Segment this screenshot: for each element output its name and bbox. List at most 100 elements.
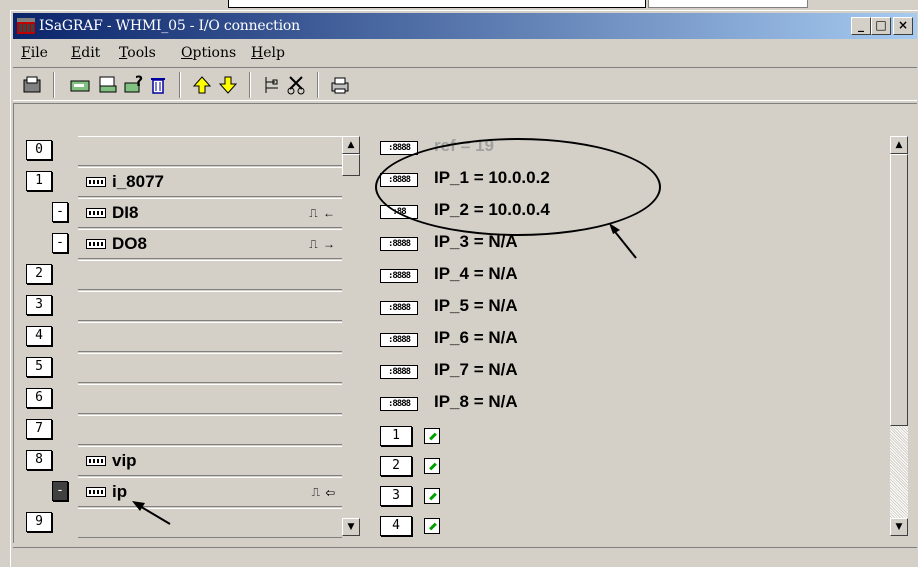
slot-row[interactable]: 4 (14, 322, 344, 352)
slot-number[interactable]: 9 (26, 512, 52, 532)
slot-cell[interactable] (78, 322, 342, 352)
slot-row[interactable]: 3 (14, 291, 344, 321)
slot-number[interactable]: 7 (26, 419, 52, 439)
scroll-track[interactable] (342, 176, 360, 518)
slot-number[interactable]: 2 (26, 264, 52, 284)
channel-label: IP_4 = N/A (434, 264, 518, 283)
board-icon[interactable] (21, 74, 43, 96)
disconnect-icon[interactable] (285, 74, 307, 96)
slot-row[interactable]: 2 (14, 260, 344, 290)
numbered-channel-row[interactable]: 1 (378, 422, 458, 452)
slot-number[interactable]: - (52, 233, 68, 253)
slot-cell[interactable]: i_8077 (78, 167, 342, 197)
menu-tools[interactable]: Tools (119, 45, 156, 61)
delete-icon[interactable] (147, 74, 169, 96)
slot-number[interactable]: 4 (26, 326, 52, 346)
channel-row[interactable]: :8888 IP_4 = N/A (380, 260, 880, 292)
channel-row[interactable]: :8888 IP_5 = N/A (380, 292, 880, 324)
scroll-up-arrow-icon[interactable]: ▲ (342, 136, 360, 154)
scroll-track[interactable] (890, 426, 908, 518)
slot-cell[interactable] (78, 353, 342, 383)
slot-row[interactable]: 0 (14, 136, 344, 166)
slot-list-scrollbar[interactable]: ▲ ▼ (342, 136, 360, 536)
integer-variable-icon: :8888 (380, 269, 418, 283)
move-down-icon[interactable] (217, 74, 239, 96)
set-board-icon[interactable] (69, 74, 91, 96)
move-up-icon[interactable] (191, 74, 213, 96)
channel-row[interactable]: :8888 IP_6 = N/A (380, 324, 880, 356)
scroll-up-arrow-icon[interactable]: ▲ (890, 136, 908, 154)
channel-row[interactable]: :8888 IP_7 = N/A (380, 356, 880, 388)
channel-label: IP_5 = N/A (434, 296, 518, 315)
slot-cell[interactable]: DO8 ⎍ → (78, 229, 342, 259)
slot-row[interactable]: 8 vip (14, 446, 344, 476)
slot-cell[interactable] (78, 260, 342, 290)
maximize-button[interactable]: □ (871, 17, 891, 35)
slot-cell[interactable]: ip ⎍ ⇦ (78, 477, 342, 507)
channel-number[interactable]: 3 (380, 486, 412, 506)
slot-number[interactable]: 5 (26, 357, 52, 377)
toolbar-separator (317, 72, 319, 98)
channel-row[interactable]: :8888 IP_3 = N/A (380, 228, 880, 260)
edit-pencil-icon[interactable] (424, 518, 440, 534)
slot-cell[interactable] (78, 384, 342, 414)
toolbar-separator (179, 72, 181, 98)
numbered-channel-row[interactable]: 2 (378, 452, 458, 482)
slot-number[interactable]: 1 (26, 171, 52, 191)
background-field (228, 0, 646, 8)
slot-cell[interactable] (78, 291, 342, 321)
slot-number[interactable]: - (52, 202, 68, 222)
slot-row[interactable]: 9 (14, 508, 344, 538)
slot-cell[interactable] (78, 136, 342, 166)
channel-number[interactable]: 1 (380, 426, 412, 446)
slot-number[interactable]: 0 (26, 140, 52, 160)
channel-list-scrollbar[interactable]: ▲ ▼ (890, 136, 908, 536)
channel-number[interactable]: 2 (380, 456, 412, 476)
scroll-down-arrow-icon[interactable]: ▼ (342, 518, 360, 536)
edit-pencil-icon[interactable] (424, 458, 440, 474)
toolbar-separator (249, 72, 251, 98)
slot-number[interactable]: 6 (26, 388, 52, 408)
direction-icon: ⎍ ⇦ (311, 485, 336, 499)
close-button[interactable]: × (893, 17, 913, 35)
scroll-down-arrow-icon[interactable]: ▼ (890, 518, 908, 536)
scroll-thumb[interactable] (342, 154, 360, 176)
minimize-button[interactable]: _ (851, 17, 871, 35)
slot-row[interactable]: - DO8 ⎍ → (14, 229, 344, 259)
slot-number[interactable]: - (52, 481, 68, 501)
numbered-channel-row[interactable]: 4 (378, 512, 458, 542)
channel-label: IP_8 = N/A (434, 392, 518, 411)
board-icon (86, 208, 106, 218)
menu-edit[interactable]: Edit (71, 45, 100, 61)
menu-file[interactable]: File (21, 45, 48, 61)
board-params-icon[interactable] (97, 74, 119, 96)
slot-cell[interactable] (78, 508, 342, 538)
slot-cell[interactable]: vip (78, 446, 342, 476)
edit-pencil-icon[interactable] (424, 488, 440, 504)
slot-cell[interactable] (78, 415, 342, 445)
help-board-icon[interactable]: ? (123, 74, 145, 96)
menu-help[interactable]: Help (251, 45, 285, 61)
channel-row[interactable]: :8888 IP_8 = N/A (380, 388, 880, 420)
toolbar-separator (53, 72, 55, 98)
status-bar (13, 547, 917, 567)
scroll-thumb[interactable] (890, 154, 908, 426)
toolbar: ? (13, 67, 917, 101)
channel-number[interactable]: 4 (380, 516, 412, 536)
menu-options[interactable]: Options (181, 45, 236, 61)
slot-row[interactable]: - DI8 ⎍ ← (14, 198, 344, 228)
slot-row[interactable]: 7 (14, 415, 344, 445)
edit-pencil-icon[interactable] (424, 428, 440, 444)
numbered-channel-row[interactable]: 3 (378, 482, 458, 512)
slot-row[interactable]: 6 (14, 384, 344, 414)
print-icon[interactable] (329, 74, 351, 96)
slot-number[interactable]: 3 (26, 295, 52, 315)
slot-row[interactable]: - ip ⎍ ⇦ (14, 477, 344, 507)
board-name: DI8 (112, 203, 139, 222)
slot-number[interactable]: 8 (26, 450, 52, 470)
connect-icon[interactable] (261, 74, 283, 96)
slot-cell[interactable]: DI8 ⎍ ← (78, 198, 342, 228)
title-bar[interactable]: ISaGRAF - WHMI_05 - I/O connection _ □ × (13, 13, 917, 39)
slot-row[interactable]: 5 (14, 353, 344, 383)
slot-row[interactable]: 1 i_8077 (14, 167, 344, 197)
